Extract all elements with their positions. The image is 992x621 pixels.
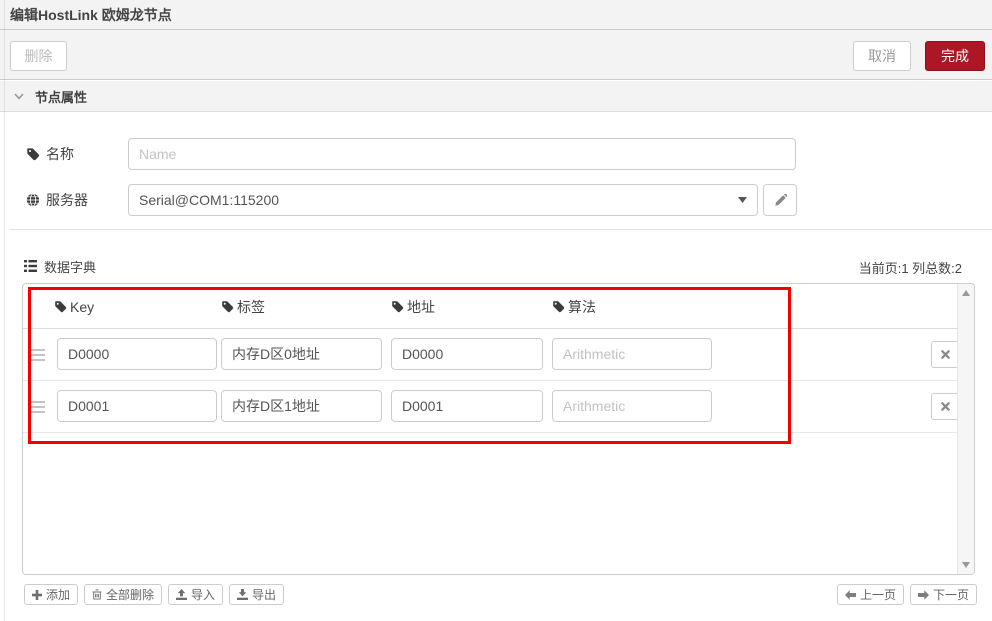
delete-all-button[interactable]: 全部删除 bbox=[84, 584, 163, 605]
export-label: 导出 bbox=[252, 588, 277, 602]
download-icon bbox=[237, 589, 249, 600]
chevron-down-icon bbox=[14, 92, 24, 100]
import-button[interactable]: 导入 bbox=[168, 584, 224, 605]
dictionary-header-row: Key 标签 地址 算法 bbox=[23, 284, 957, 329]
edit-server-button[interactable] bbox=[763, 184, 797, 216]
add-row-button[interactable]: 添加 bbox=[24, 584, 79, 605]
server-select-value: Serial@COM1:115200 bbox=[139, 192, 280, 208]
row-key-input[interactable] bbox=[57, 338, 217, 370]
plus-icon bbox=[32, 589, 42, 600]
node-properties-section-header[interactable]: 节点属性 bbox=[0, 81, 992, 112]
delete-all-label: 全部删除 bbox=[106, 588, 155, 602]
list-scrollbar[interactable] bbox=[957, 284, 974, 574]
caret-down-icon bbox=[738, 197, 747, 203]
dictionary-row bbox=[23, 329, 959, 381]
dialog-title: 编辑HostLink 欧姆龙节点 bbox=[10, 6, 172, 23]
dictionary-title: 数据字典 bbox=[24, 256, 96, 276]
import-label: 导入 bbox=[191, 588, 216, 602]
dialog-titlebar: 编辑HostLink 欧姆龙节点 bbox=[0, 0, 992, 30]
server-select[interactable]: Serial@COM1:115200 bbox=[128, 184, 758, 216]
column-header-label-text: 标签 bbox=[237, 298, 265, 315]
dictionary-row bbox=[23, 381, 959, 433]
row-address-input[interactable] bbox=[391, 338, 543, 370]
export-button[interactable]: 导出 bbox=[229, 584, 285, 605]
tag-icon bbox=[391, 300, 404, 313]
row-label-input[interactable] bbox=[221, 390, 382, 422]
drag-handle-icon[interactable] bbox=[31, 399, 47, 415]
column-header-address-text: 地址 bbox=[407, 298, 435, 315]
page-info: 当前页:1 列总数:2 bbox=[858, 261, 962, 276]
dictionary-list: Key 标签 地址 算法 bbox=[22, 283, 975, 575]
column-header-address: 地址 bbox=[391, 284, 435, 329]
scroll-down-icon[interactable] bbox=[962, 562, 970, 568]
column-header-label: 标签 bbox=[221, 284, 265, 329]
list-icon bbox=[24, 260, 37, 272]
form-separator bbox=[10, 229, 992, 230]
cancel-button-label: 取消 bbox=[868, 48, 896, 64]
tag-icon bbox=[54, 300, 67, 313]
tray-left-edge bbox=[4, 0, 5, 621]
dictionary-title-text: 数据字典 bbox=[44, 259, 97, 275]
row-address-input[interactable] bbox=[391, 390, 543, 422]
next-page-label: 下一页 bbox=[932, 588, 969, 602]
remove-row-button[interactable] bbox=[931, 341, 959, 368]
close-icon bbox=[940, 350, 950, 359]
dictionary-pagination: 上一页 下一页 bbox=[836, 584, 977, 605]
row-key-input[interactable] bbox=[57, 390, 217, 422]
upload-icon bbox=[176, 589, 188, 600]
prev-page-label: 上一页 bbox=[859, 588, 896, 602]
tag-icon bbox=[26, 147, 40, 161]
done-button-label: 完成 bbox=[941, 48, 969, 64]
dictionary-actions: 添加 全部删除 导入 导出 bbox=[24, 584, 285, 605]
column-header-algorithm-text: 算法 bbox=[568, 298, 596, 315]
next-page-button[interactable]: 下一页 bbox=[909, 584, 977, 605]
name-field-label: 名称 bbox=[26, 138, 74, 170]
tag-icon bbox=[221, 300, 234, 313]
arrow-left-icon bbox=[844, 589, 856, 600]
drag-handle-icon[interactable] bbox=[31, 347, 47, 363]
trash-icon bbox=[92, 589, 102, 600]
server-field-label: 服务器 bbox=[26, 184, 88, 216]
row-algorithm-input[interactable] bbox=[552, 338, 712, 370]
column-header-key: Key bbox=[54, 284, 94, 329]
name-label-text: 名称 bbox=[46, 146, 74, 162]
remove-row-button[interactable] bbox=[931, 393, 959, 420]
arrow-right-icon bbox=[917, 589, 929, 600]
prev-page-button[interactable]: 上一页 bbox=[836, 584, 904, 605]
edit-node-dialog: 编辑HostLink 欧姆龙节点 删除 取消 完成 节点属性 名称 服务器 bbox=[0, 0, 992, 621]
close-icon bbox=[940, 402, 950, 411]
tag-icon bbox=[552, 300, 565, 313]
done-button[interactable]: 完成 bbox=[925, 41, 985, 71]
scroll-up-icon[interactable] bbox=[962, 290, 970, 296]
server-label-text: 服务器 bbox=[46, 192, 88, 208]
column-header-algorithm: 算法 bbox=[552, 284, 596, 329]
delete-button-label: 删除 bbox=[24, 48, 53, 64]
dialog-toolbar: 删除 取消 完成 bbox=[0, 30, 992, 80]
delete-button[interactable]: 删除 bbox=[10, 41, 67, 71]
globe-icon bbox=[26, 193, 40, 207]
section-title: 节点属性 bbox=[35, 89, 88, 105]
row-algorithm-input[interactable] bbox=[552, 390, 712, 422]
pencil-icon bbox=[774, 193, 787, 207]
cancel-button[interactable]: 取消 bbox=[853, 41, 911, 71]
add-row-label: 添加 bbox=[46, 588, 71, 602]
column-header-key-text: Key bbox=[70, 298, 95, 315]
row-label-input[interactable] bbox=[221, 338, 382, 370]
name-input[interactable] bbox=[128, 138, 796, 170]
